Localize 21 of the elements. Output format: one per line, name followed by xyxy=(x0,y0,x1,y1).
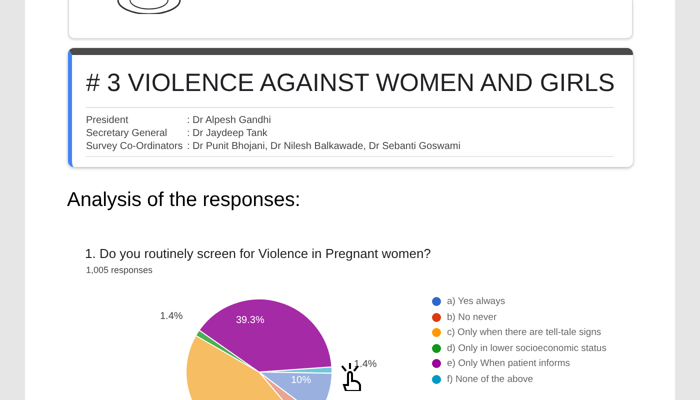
slice-percentage: 39.3% xyxy=(236,315,264,326)
logo-emblem xyxy=(116,0,182,14)
role-label: Secretary General xyxy=(86,127,168,140)
legend-label: b) No never xyxy=(447,310,497,324)
question-title: 1. Do you routinely screen for Violence in Pregnant women? xyxy=(85,246,432,261)
legend-label: d) Only in lower socioeconomic status xyxy=(447,342,606,355)
legend-label: e) Only When patient informs xyxy=(447,357,570,370)
slice-percentage: 1.4% xyxy=(160,311,183,322)
slice-percentage: 1.4% xyxy=(354,359,377,370)
section-title: # 3 VIOLENCE AGAINST WOMEN AND GIRLS xyxy=(86,69,614,108)
role-value: : Dr Jaydeep Tank xyxy=(187,127,268,140)
role-value: : Dr Alpesh Gandhi xyxy=(187,114,272,127)
role-label: Survey Co-Ordinators xyxy=(86,140,184,153)
legend-label: f) None of the above xyxy=(447,372,534,386)
section-heading: Analysis of the responses: xyxy=(67,189,302,212)
legend-label: c) Only when there are tell-tale signs xyxy=(447,326,602,340)
legend-label: a) Yes always xyxy=(447,295,506,308)
response-count: 1,005 responses xyxy=(86,265,154,275)
role-value: : Dr Punit Bhojani, Dr Nilesh Balkawade, Dr Sebanti Goswami xyxy=(187,140,462,153)
slice-percentage: 10% xyxy=(291,375,312,386)
role-label: President xyxy=(86,114,130,127)
